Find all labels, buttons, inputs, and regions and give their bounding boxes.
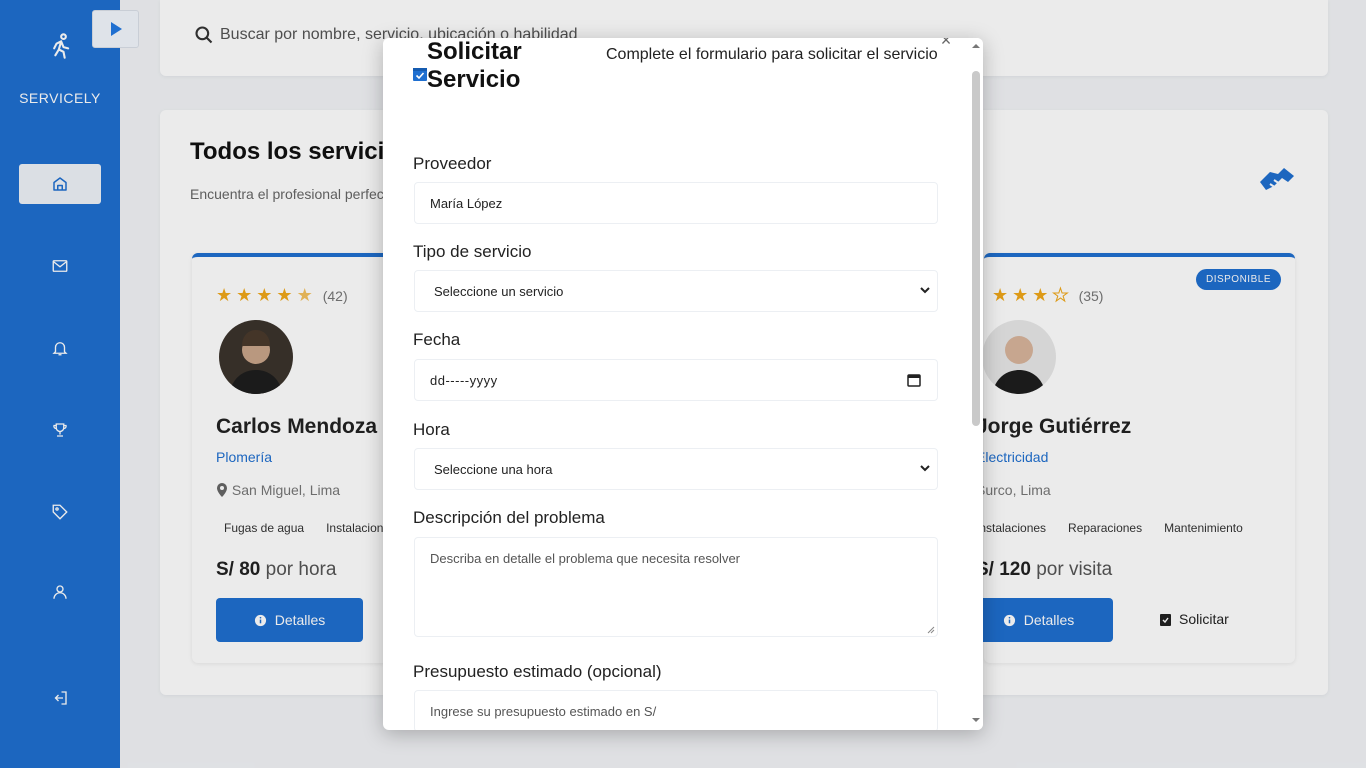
budget-input[interactable]: Ingrese su presupuesto estimado en S/: [414, 690, 938, 730]
close-button[interactable]: ×: [938, 38, 954, 50]
budget-label: Presupuesto estimado (opcional): [413, 662, 662, 681]
scroll-thumb[interactable]: [972, 71, 980, 426]
resize-grip-icon[interactable]: [927, 626, 935, 634]
provider-field[interactable]: María López: [414, 182, 938, 224]
modal-header: Solicitar Servicio Complete el formulari…: [383, 38, 969, 133]
date-input[interactable]: dd-----yyyy: [414, 359, 938, 401]
description-label: Descripción del problema: [413, 508, 605, 527]
service-type-select[interactable]: Seleccione un servicio: [414, 270, 938, 312]
scroll-up-icon[interactable]: [972, 42, 980, 50]
scroll-down-icon[interactable]: [972, 716, 980, 724]
time-select[interactable]: Seleccione una hora: [414, 448, 938, 490]
modal-title: Solicitar Servicio: [427, 38, 522, 93]
chevron-down-icon: [920, 465, 930, 472]
sidebar-toggle-button[interactable]: [92, 10, 139, 48]
chevron-down-icon: [920, 287, 930, 294]
modal-subtitle: Complete el formulario para solicitar el…: [606, 46, 938, 63]
modal-scrollbar[interactable]: [969, 38, 983, 730]
service-type-label: Tipo de servicio: [413, 242, 532, 261]
calendar-check-icon: [413, 68, 427, 81]
provider-label: Proveedor: [413, 154, 492, 173]
time-label: Hora: [413, 420, 450, 439]
date-label: Fecha: [413, 330, 461, 349]
calendar-icon[interactable]: [907, 373, 921, 387]
description-textarea[interactable]: Describa en detalle el problema que nece…: [414, 537, 938, 637]
play-icon: [110, 22, 122, 36]
request-service-modal: Solicitar Servicio Complete el formulari…: [383, 38, 983, 730]
